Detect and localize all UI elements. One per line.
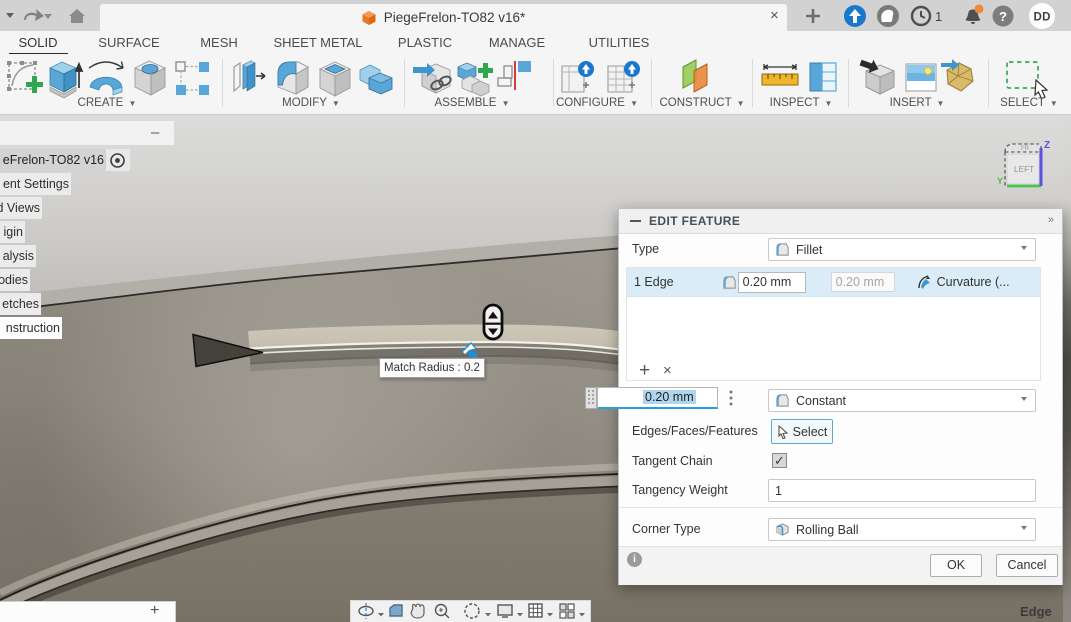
svg-text:FR: FR — [1021, 146, 1030, 152]
svg-text:LEFT: LEFT — [1014, 165, 1034, 174]
svg-text:Y: Y — [997, 176, 1003, 186]
svg-text:?: ? — [999, 9, 1007, 24]
svg-text:1: 1 — [935, 9, 942, 24]
svg-text:Z: Z — [1044, 140, 1050, 151]
svg-text:DD: DD — [1034, 12, 1051, 24]
